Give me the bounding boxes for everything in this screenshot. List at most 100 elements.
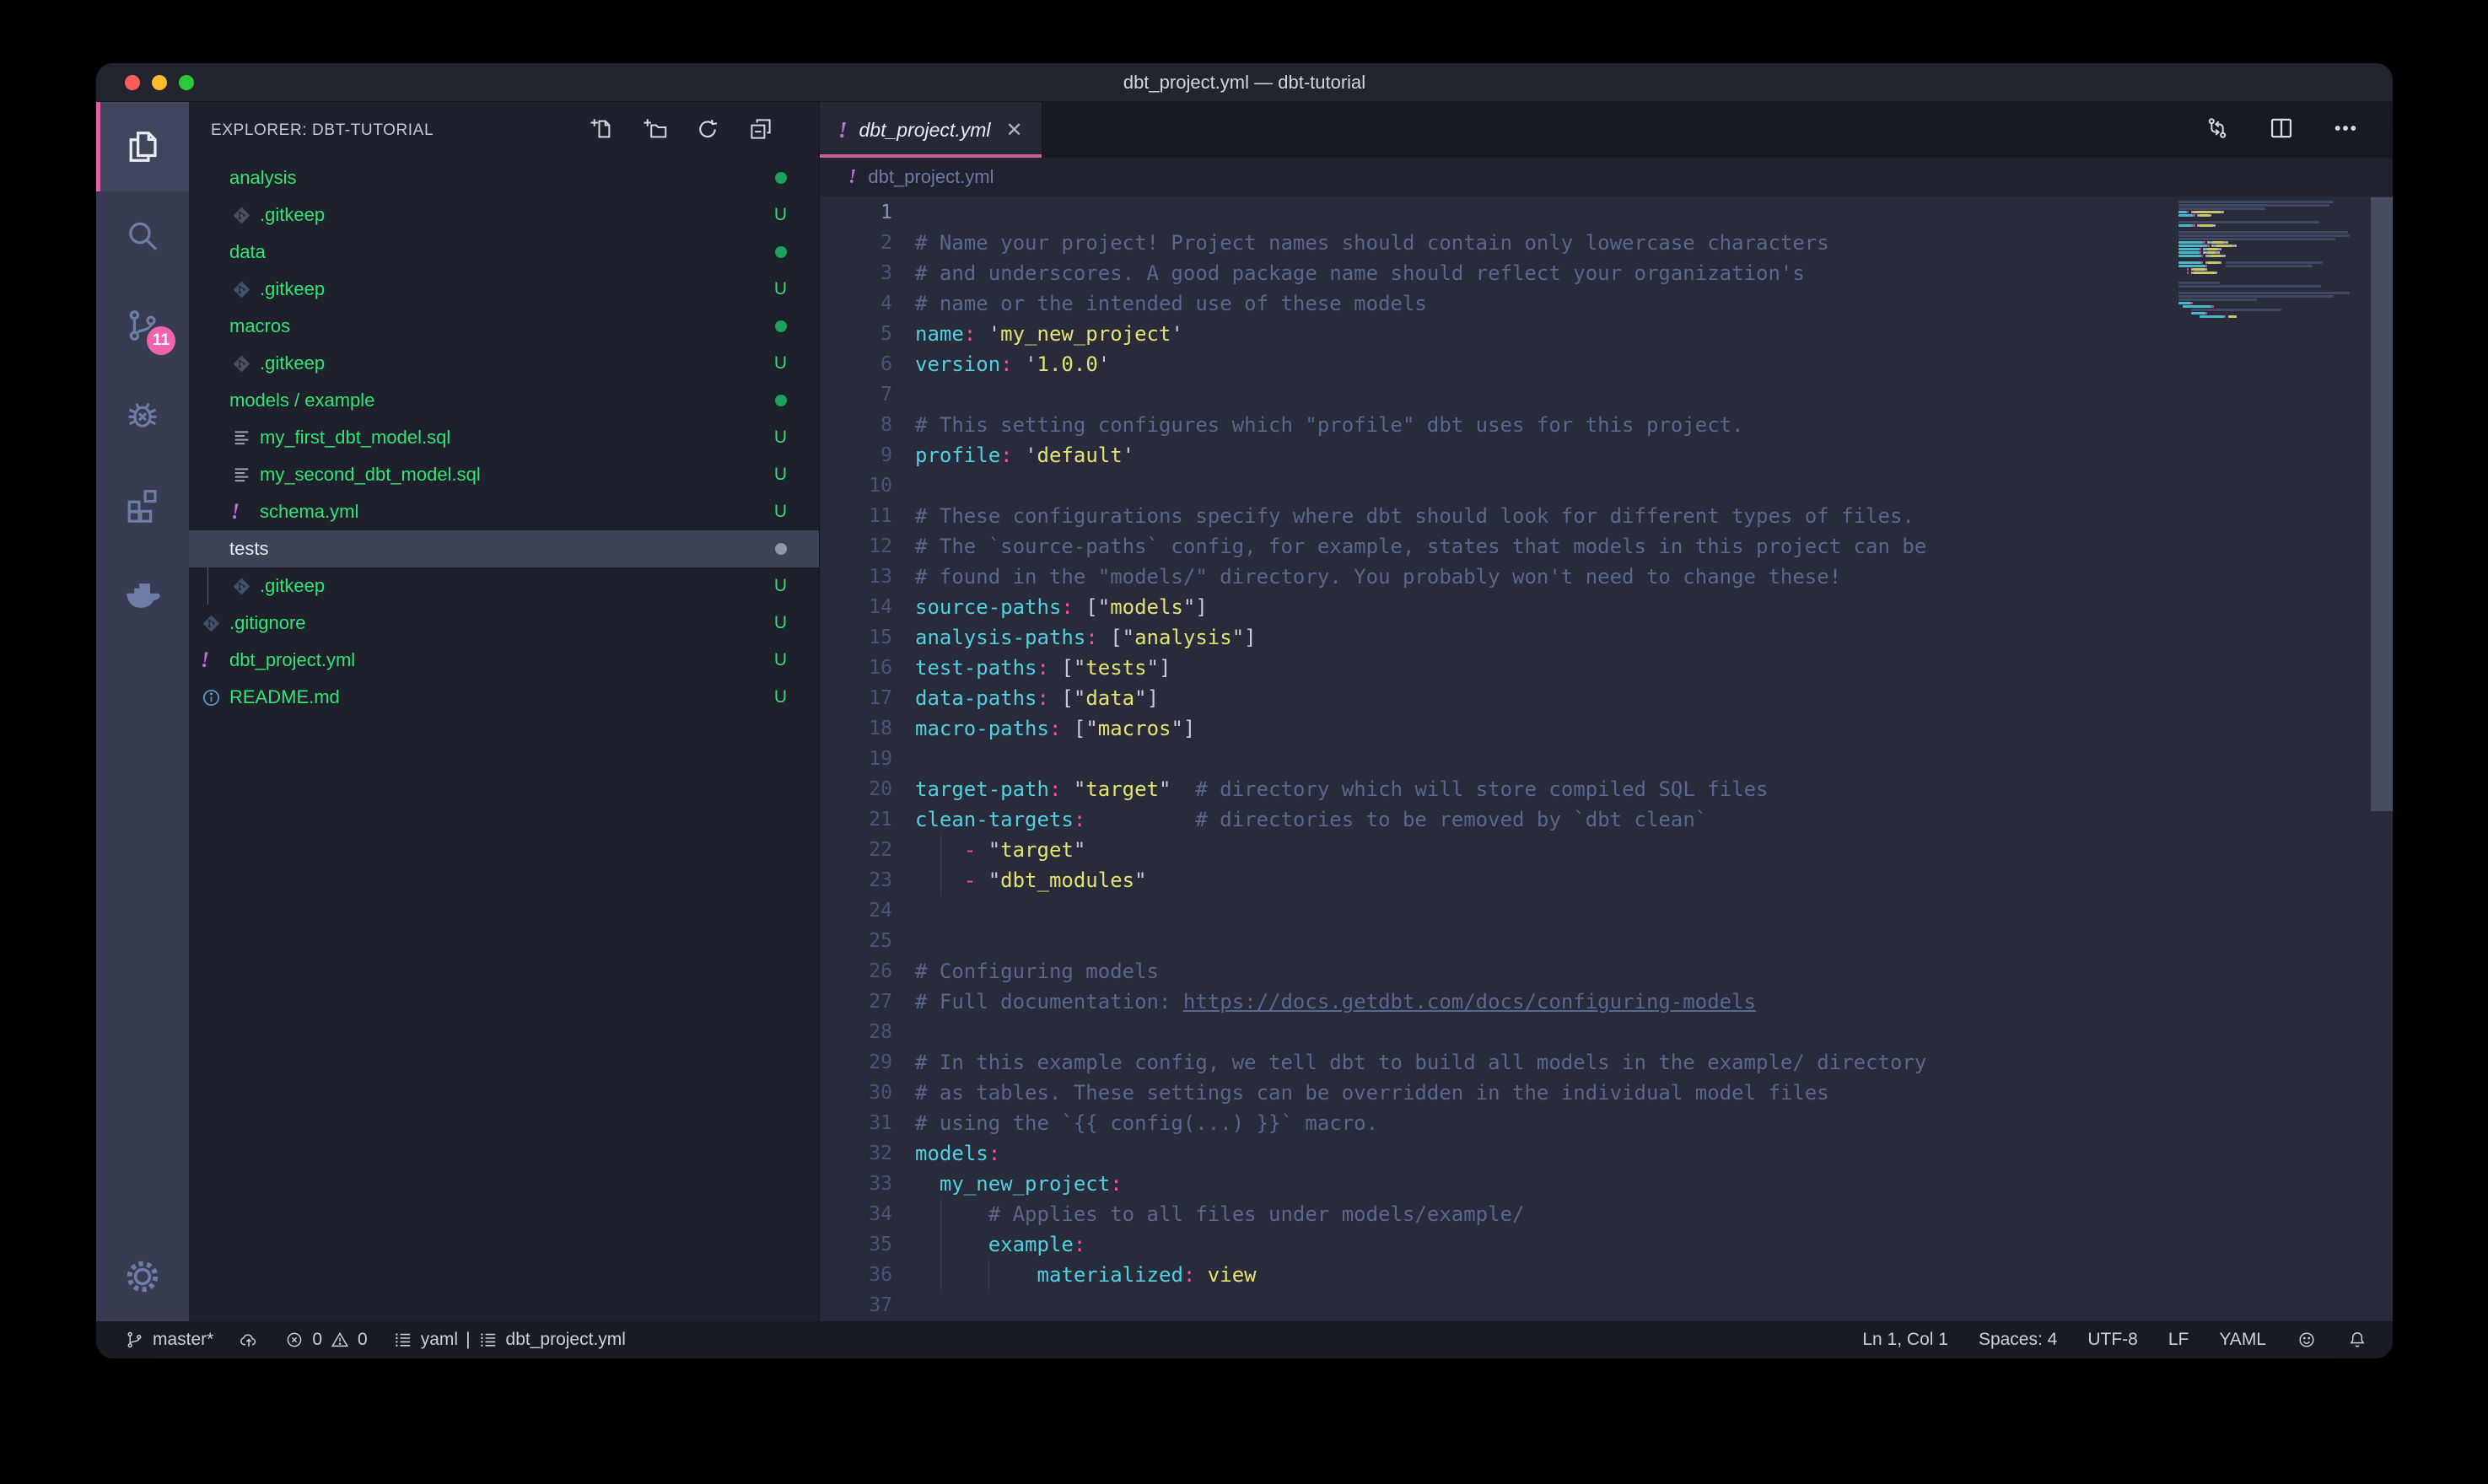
code-line-25[interactable]: 25	[820, 926, 2393, 956]
activity-item-source-control[interactable]: 11	[96, 281, 189, 370]
cursor-position[interactable]: Ln 1, Col 1	[1862, 1330, 1948, 1350]
tree-item--gitkeep[interactable]: .gitkeepU	[189, 271, 819, 308]
close-tab-icon[interactable]: ✕	[1002, 118, 1022, 142]
code-line-30[interactable]: 30# as tables. These settings can be ove…	[820, 1078, 2393, 1108]
code-line-36[interactable]: 36 materialized: view	[820, 1260, 2393, 1290]
tree-item-my-second-dbt-model-sql[interactable]: my_second_dbt_model.sqlU	[189, 456, 819, 493]
open-changes-button[interactable]	[2204, 115, 2231, 146]
tree-item-analysis[interactable]: analysis	[189, 159, 819, 196]
language-mode[interactable]: YAML	[2219, 1330, 2266, 1350]
notifications-button[interactable]	[2347, 1330, 2367, 1350]
editor-actions	[2204, 102, 2393, 158]
more-actions-button[interactable]	[2332, 115, 2359, 146]
eol-setting[interactable]: LF	[2168, 1330, 2189, 1350]
code-line-3[interactable]: 3# and underscores. A good package name …	[820, 258, 2393, 288]
code-line-15[interactable]: 15analysis-paths: ["analysis"]	[820, 622, 2393, 653]
tree-item-tests[interactable]: tests	[189, 530, 819, 567]
code-line-2[interactable]: 2# Name your project! Project names shou…	[820, 228, 2393, 258]
code-line-9[interactable]: 9profile: 'default'	[820, 440, 2393, 470]
git-branch-status[interactable]: master*	[125, 1330, 213, 1350]
activity-item-search[interactable]	[96, 191, 189, 281]
tree-item--gitkeep[interactable]: .gitkeepU	[189, 345, 819, 382]
encoding-setting[interactable]: UTF-8	[2087, 1330, 2138, 1350]
problems-status[interactable]: 0 0	[284, 1330, 367, 1350]
outline-mode-status[interactable]: yaml | dbt_project.yml	[393, 1330, 626, 1350]
code-line-7[interactable]: 7	[820, 379, 2393, 410]
refresh-button[interactable]	[695, 116, 720, 146]
tree-item-readme-md[interactable]: README.mdU	[189, 679, 819, 716]
split-editor-button[interactable]	[2268, 115, 2295, 146]
git-changes-dot	[775, 172, 819, 184]
line-number: 25	[820, 926, 892, 956]
tree-item-schema-yml[interactable]: !schema.ymlU	[189, 493, 819, 530]
code-line-11[interactable]: 11# These configurations specify where d…	[820, 501, 2393, 531]
new-file-icon	[589, 116, 614, 142]
split-editor-icon	[2268, 115, 2295, 142]
code-line-1[interactable]: 1	[820, 197, 2393, 228]
activity-item-debug[interactable]	[96, 370, 189, 460]
tree-item-label: analysis	[226, 167, 775, 189]
activity-item-extensions[interactable]	[96, 460, 189, 549]
code-line-23[interactable]: 23 - "dbt_modules"	[820, 865, 2393, 895]
new-folder-button[interactable]	[642, 116, 667, 146]
code-line-18[interactable]: 18macro-paths: ["macros"]	[820, 713, 2393, 744]
tree-item-models-example[interactable]: models / example	[189, 382, 819, 419]
code-line-19[interactable]: 19	[820, 744, 2393, 774]
code-line-24[interactable]: 24	[820, 895, 2393, 926]
zoom-window-button[interactable]	[179, 75, 194, 90]
tree-item-dbt-project-yml[interactable]: !dbt_project.ymlU	[189, 642, 819, 679]
code-line-17[interactable]: 17data-paths: ["data"]	[820, 683, 2393, 713]
code-line-31[interactable]: 31# using the `{{ config(...) }}` macro.	[820, 1108, 2393, 1138]
window-title: dbt_project.yml — dbt-tutorial	[1123, 72, 1365, 94]
activity-item-settings[interactable]	[96, 1232, 189, 1321]
code-line-35[interactable]: 35 example:	[820, 1229, 2393, 1260]
code-line-34[interactable]: 34 # Applies to all files under models/e…	[820, 1199, 2393, 1229]
tree-item--gitkeep[interactable]: .gitkeepU	[189, 567, 819, 605]
code-line-10[interactable]: 10	[820, 470, 2393, 501]
line-number: 10	[820, 470, 892, 501]
code-editor[interactable]: 12# Name your project! Project names sho…	[820, 197, 2393, 1321]
vscode-window: dbt_project.yml — dbt-tutorial 11 EXPLOR…	[96, 63, 2393, 1358]
code-line-26[interactable]: 26# Configuring models	[820, 956, 2393, 987]
code-line-29[interactable]: 29# In this example config, we tell dbt …	[820, 1047, 2393, 1078]
new-file-button[interactable]	[589, 116, 614, 146]
code-line-27[interactable]: 27# Full documentation: https://docs.get…	[820, 987, 2393, 1017]
tree-item--gitkeep[interactable]: .gitkeepU	[189, 196, 819, 234]
close-window-button[interactable]	[125, 75, 140, 90]
code-line-21[interactable]: 21clean-targets: # directories to be rem…	[820, 804, 2393, 835]
code-line-32[interactable]: 32models:	[820, 1138, 2393, 1169]
code-line-20[interactable]: 20target-path: "target" # directory whic…	[820, 774, 2393, 804]
minimize-window-button[interactable]	[152, 75, 167, 90]
code-line-13[interactable]: 13# found in the "models/" directory. Yo…	[820, 562, 2393, 592]
tab-dbt-project-yml[interactable]: ! dbt_project.yml ✕	[820, 102, 1042, 158]
breadcrumb[interactable]: ! dbt_project.yml	[820, 158, 2393, 196]
sync-status[interactable]	[239, 1330, 259, 1350]
code-line-22[interactable]: 22 - "target"	[820, 835, 2393, 865]
code-line-28[interactable]: 28	[820, 1017, 2393, 1047]
indentation-setting[interactable]: Spaces: 4	[1979, 1330, 2057, 1350]
code-line-6[interactable]: 6version: '1.0.0'	[820, 349, 2393, 379]
code-line-5[interactable]: 5name: 'my_new_project'	[820, 319, 2393, 349]
code-line-33[interactable]: 33 my_new_project:	[820, 1169, 2393, 1199]
code-line-37[interactable]: 37	[820, 1290, 2393, 1320]
tree-item-my-first-dbt-model-sql[interactable]: my_first_dbt_model.sqlU	[189, 419, 819, 456]
editor-scrollbar[interactable]	[2371, 197, 2393, 811]
feedback-button[interactable]	[2297, 1330, 2317, 1350]
traffic-lights	[125, 63, 194, 101]
minimap[interactable]	[2178, 197, 2370, 322]
explorer-icon	[123, 127, 162, 166]
tree-item-macros[interactable]: macros	[189, 308, 819, 345]
collapse-all-button[interactable]	[748, 116, 773, 146]
code-line-12[interactable]: 12# The `source-paths` config, for examp…	[820, 531, 2393, 562]
activity-item-docker[interactable]	[96, 549, 189, 638]
activity-item-explorer[interactable]	[96, 102, 189, 191]
code-line-8[interactable]: 8# This setting configures which "profil…	[820, 410, 2393, 440]
tree-item--gitignore[interactable]: .gitignoreU	[189, 605, 819, 642]
line-number: 30	[820, 1078, 892, 1108]
indent-guide	[940, 835, 941, 865]
tree-item-data[interactable]: data	[189, 234, 819, 271]
line-number: 20	[820, 774, 892, 804]
code-line-14[interactable]: 14source-paths: ["models"]	[820, 592, 2393, 622]
code-line-4[interactable]: 4# name or the intended use of these mod…	[820, 288, 2393, 319]
code-line-16[interactable]: 16test-paths: ["tests"]	[820, 653, 2393, 683]
